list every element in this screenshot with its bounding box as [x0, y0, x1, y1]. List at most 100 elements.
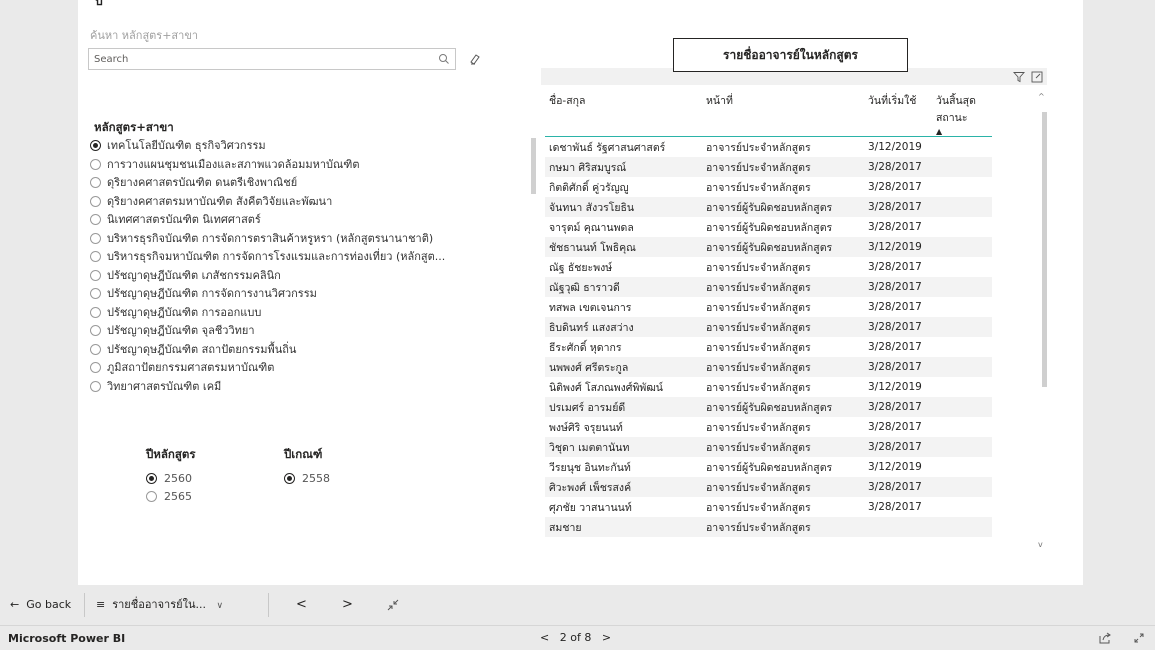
- program-slicer-list: เทคโนโลยีบัณฑิต ธุรกิจวิศวกรรมการวางแผนช…: [88, 137, 533, 427]
- table-row[interactable]: พงษ์ศิริ จรุยนนท์ อาจารย์ประจำหลักสูตร 3/2…: [545, 417, 992, 437]
- radio-button[interactable]: [90, 158, 101, 170]
- radio-button[interactable]: [90, 269, 101, 281]
- course-year-option[interactable]: 2565: [146, 488, 196, 506]
- column-header-end-date[interactable]: วันสิ้นสุดสถานะ ▲: [932, 88, 992, 137]
- course-year-option[interactable]: 2560: [146, 470, 196, 488]
- slicer-option[interactable]: วิทยาศาสตรบัณฑิต เคมี: [88, 378, 533, 397]
- search-icon[interactable]: [437, 52, 451, 66]
- cell-end-date: [932, 357, 992, 377]
- slicer-option-label: นิเทศศาสตรบัณฑิต นิเทศศาสตร์: [107, 213, 261, 226]
- radio-button[interactable]: [90, 380, 101, 392]
- table-row[interactable]: นพพงศ์ ศรีตระกูล อาจารย์ประจำหลักสูตร 3/28…: [545, 357, 992, 377]
- radio-button[interactable]: [90, 325, 101, 336]
- radio-button[interactable]: [90, 232, 101, 244]
- slicer-option[interactable]: ดุริยางคศาสตรบัณฑิต ดนตรีเชิงพาณิชย์: [88, 174, 533, 193]
- slicer-option[interactable]: ปรัชญาดุษฎีบัณฑิต การจัดการงานวิศวกรรม: [88, 285, 533, 304]
- table-row[interactable]: สมชาย อาจารย์ประจำหลักสูตร: [545, 517, 992, 537]
- radio-button[interactable]: [90, 214, 101, 225]
- go-back-button[interactable]: ← Go back: [10, 595, 71, 615]
- collapse-icon[interactable]: [386, 598, 400, 612]
- slicer-scrollbar[interactable]: [531, 138, 536, 194]
- table-row[interactable]: ณัฐ ธัชยะพงษ์ อาจารย์ประจำหลักสูตร 3/28/20…: [545, 257, 992, 277]
- slicer-option-label: การวางแผนชุมชนเมืองและสภาพแวดล้อมมหาบัณฑ…: [107, 157, 360, 171]
- slicer-option-label: เทคโนโลยีบัณฑิต ธุรกิจวิศวกรรม: [107, 139, 266, 152]
- program-slicer-title: หลักสูตร+สาขา: [94, 120, 174, 134]
- cell-name: กิตติศักดิ์ คู่วรัญญู: [549, 181, 629, 194]
- table-row[interactable]: ธีระศักดิ์ หุดากร อาจารย์ประจำหลักสูตร 3/2…: [545, 337, 992, 357]
- previous-page-button[interactable]: <: [296, 595, 307, 615]
- cell-start-date: 3/12/2019: [868, 141, 922, 153]
- column-header-start-date[interactable]: วันที่เริ่มใช้: [864, 88, 932, 137]
- slicer-option[interactable]: บริหารธุรกิจบัณฑิต การจัดการตราสินค้าหรู…: [88, 230, 533, 249]
- slicer-option[interactable]: เทคโนโลยีบัณฑิต ธุรกิจวิศวกรรม: [88, 137, 533, 156]
- cell-role: อาจารย์ประจำหลักสูตร: [702, 437, 864, 457]
- slicer-option[interactable]: นิเทศศาสตรบัณฑิต นิเทศศาสตร์: [88, 211, 533, 230]
- slicer-option[interactable]: การวางแผนชุมชนเมืองและสภาพแวดล้อมมหาบัณฑ…: [88, 156, 533, 175]
- radio-button[interactable]: [90, 306, 101, 318]
- radio-button[interactable]: [146, 491, 157, 502]
- radio-button[interactable]: [90, 251, 101, 262]
- slicer-option[interactable]: ปรัชญาดุษฎีบัณฑิต การออกแบบ: [88, 304, 533, 323]
- slicer-option[interactable]: ปรัชญาดุษฎีบัณฑิต สถาปัตยกรรมพื้นถิ่น: [88, 341, 533, 360]
- filter-icon[interactable]: [1013, 71, 1025, 83]
- table-row[interactable]: เดชาพันธ์ รัฐศาสนศาสตร์ อาจารย์ประจำหลักส…: [545, 137, 992, 158]
- radio-button[interactable]: [90, 140, 101, 151]
- focus-mode-icon[interactable]: [1031, 71, 1043, 83]
- eraser-icon[interactable]: [468, 52, 482, 66]
- slicer-option-label: ปรัชญาดุษฎีบัณฑิต การออกแบบ: [107, 305, 262, 319]
- radio-button[interactable]: [90, 343, 101, 355]
- cell-name: วีรยนุช อินทะกันท์: [549, 461, 631, 474]
- column-header-name[interactable]: ชื่อ-สกุล: [545, 88, 702, 137]
- cell-name: จารุตม์ คุณานพดล: [549, 221, 634, 234]
- next-page-icon[interactable]: >: [602, 631, 611, 644]
- table-row[interactable]: ปรเมศร์ อารมย์ดี อาจารย์ผู้รับผิดชอบหลักส…: [545, 397, 992, 417]
- back-arrow-icon: ←: [10, 598, 20, 611]
- table-row[interactable]: ศิวะพงศ์ เพ็ชรสงค์ อาจารย์ประจำหลักสูตร 3/…: [545, 477, 992, 497]
- table-row[interactable]: กษมา ศิริสมบูรณ์ อาจารย์ประจำหลักสูตร 3/28…: [545, 157, 992, 177]
- table-row[interactable]: ธิบดินทร์ แสงสว่าง อาจารย์ประจำหลักสูตร 3/…: [545, 317, 992, 337]
- slicer-option[interactable]: บริหารธุรกิจมหาบัณฑิต การจัดการโรงแรมและ…: [88, 248, 533, 267]
- table-row[interactable]: กิตติศักดิ์ คู่วรัญญู อาจารย์ประจำหลักสูต…: [545, 177, 992, 197]
- cell-end-date: [932, 157, 992, 177]
- table-row[interactable]: ศุภชัย วาสนานนท์ อาจารย์ประจำหลักสูตร 3/28…: [545, 497, 992, 517]
- table-scrollbar-thumb[interactable]: [1042, 112, 1047, 387]
- cell-name: วิชุดา เมตตานันท: [545, 437, 702, 457]
- radio-button[interactable]: [146, 473, 157, 484]
- table-row[interactable]: จันทนา สังวรโยธิน อาจารย์ผู้รับผิดชอบหลัก…: [545, 197, 992, 217]
- table-row[interactable]: วิชุดา เมตตานันท อาจารย์ประจำหลักสูตร 3/28…: [545, 437, 992, 457]
- radio-button[interactable]: [90, 288, 101, 299]
- table-row[interactable]: ทสพล เขตเจนการ อาจารย์ประจำหลักสูตร 3/28/2…: [545, 297, 992, 317]
- table-row[interactable]: นิติพงศ์ โสภณพงศ์พิพัฒน์ อาจารย์ประจำหลัก…: [545, 377, 992, 397]
- radio-button[interactable]: [90, 195, 101, 207]
- cell-end-date: [932, 257, 992, 277]
- page-selector[interactable]: ≡ รายชื่ออาจารย์ใน... ∨: [96, 595, 223, 615]
- table-row[interactable]: จารุตม์ คุณานพดล อาจารย์ผู้รับผิดชอบหลักส…: [545, 217, 992, 237]
- table-row[interactable]: ณัฐวุฒิ ธาราวดี อาจารย์ประจำหลักสูตร 3/28/…: [545, 277, 992, 297]
- cell-end-date: [932, 457, 992, 477]
- table-row[interactable]: ชัชธานนท์ โพธิคุณ อาจารย์ผู้รับผิดชอบหลัก…: [545, 237, 992, 257]
- previous-page-icon[interactable]: <: [540, 631, 549, 644]
- table-row[interactable]: วีรยนุช อินทะกันท์ อาจารย์ผู้รับผิดชอบหลั…: [545, 457, 992, 477]
- radio-button[interactable]: [284, 473, 295, 484]
- criteria-year-option[interactable]: 2558: [284, 470, 330, 488]
- slicer-option[interactable]: ดุริยางคศาสตรมหาบัณฑิต สังคีตวิจัยและพัฒ…: [88, 193, 533, 212]
- slicer-option[interactable]: ภูมิสถาปัตยกรรมศาสตรมหาบัณฑิต: [88, 359, 533, 378]
- slicer-option[interactable]: ปรัชญาดุษฎีบัณฑิต จุลชีววิทยา: [88, 322, 533, 341]
- page-selector-label: รายชื่ออาจารย์ใน...: [112, 598, 206, 611]
- scroll-up-icon[interactable]: ^: [1038, 92, 1045, 101]
- course-year-slicer: ปีหลักสูตร 2560 2565: [146, 446, 196, 506]
- next-page-button[interactable]: >: [342, 595, 353, 615]
- cell-role: อาจารย์ประจำหลักสูตร: [706, 501, 811, 514]
- search-input[interactable]: [89, 49, 429, 69]
- radio-button[interactable]: [90, 362, 101, 373]
- slicer-option-label: ปรัชญาดุษฎีบัณฑิต การจัดการงานวิศวกรรม: [107, 287, 317, 300]
- course-year-option-label: 2565: [164, 490, 192, 503]
- slicer-option[interactable]: ปรัชญาดุษฎีบัณฑิต เภสัชกรรมคลินิก: [88, 267, 533, 286]
- column-header-role[interactable]: หน้าที่: [702, 88, 864, 137]
- cell-name: จันทนา สังวรโยธิน: [545, 197, 702, 217]
- scroll-down-icon[interactable]: v: [1038, 540, 1043, 549]
- radio-button[interactable]: [90, 177, 101, 188]
- share-icon[interactable]: [1098, 631, 1112, 645]
- cell-name: กษมา ศิริสมบูรณ์: [545, 157, 702, 177]
- fullscreen-icon[interactable]: [1132, 631, 1146, 645]
